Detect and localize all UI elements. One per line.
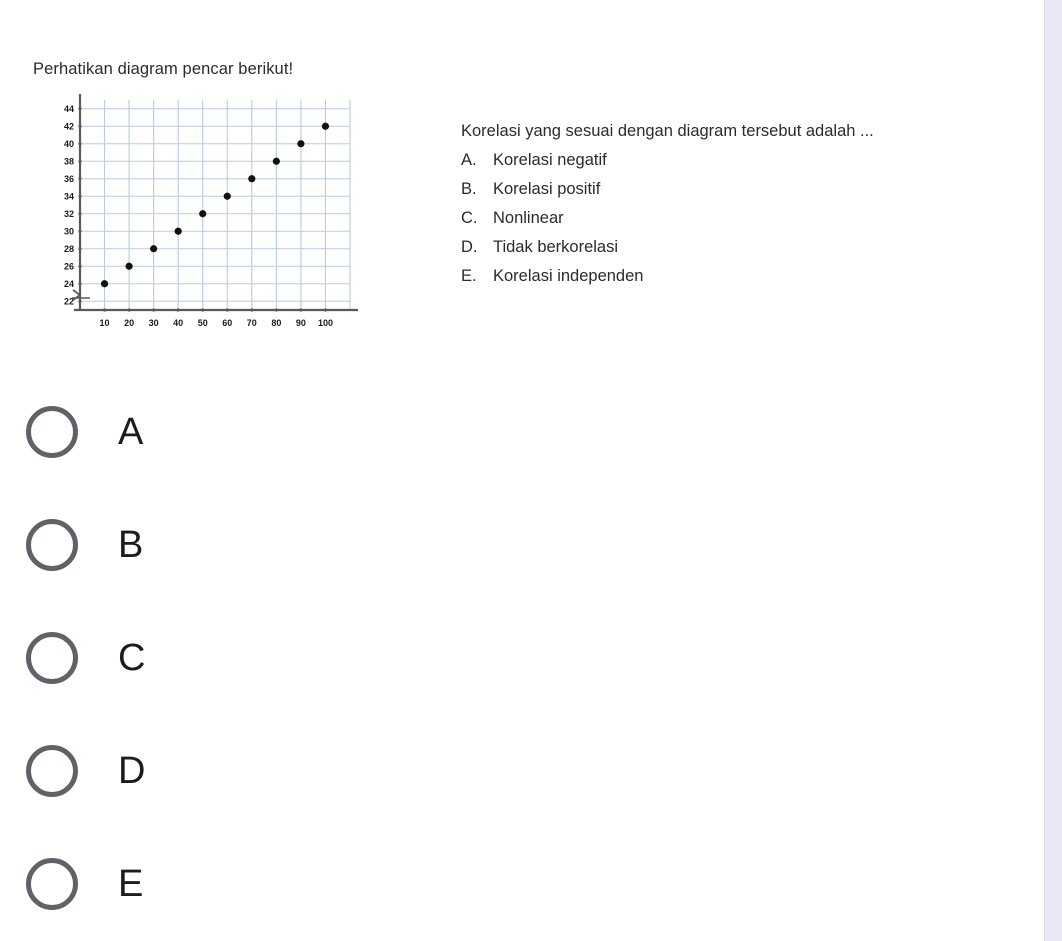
question-option-text: Nonlinear — [493, 209, 564, 227]
y-axis-tick-label: 24 — [64, 279, 74, 289]
scatter-point — [248, 175, 256, 183]
question-option-text: Korelasi negatif — [493, 151, 607, 169]
y-axis-tick — [78, 142, 82, 146]
x-axis-tick — [323, 308, 328, 312]
question-option-text: Korelasi positif — [493, 180, 601, 198]
scatter-point — [174, 227, 182, 235]
x-axis-tick-label: 100 — [318, 318, 333, 328]
y-axis-tick-label: 42 — [64, 121, 74, 131]
question-option-text: Korelasi independen — [493, 267, 644, 285]
answer-choice-a[interactable]: A — [0, 375, 1045, 488]
x-axis-tick-label: 90 — [296, 318, 306, 328]
answer-choice-b[interactable]: B — [0, 488, 1045, 601]
x-axis-tick-label: 10 — [100, 318, 110, 328]
question-option-list: A. Korelasi negatif B. Korelasi positif C. No… — [461, 146, 1001, 291]
x-axis-tick-label: 70 — [247, 318, 257, 328]
x-axis-tick — [299, 308, 303, 312]
stimulus-title: Perhatikan diagram pencar berikut! — [33, 60, 294, 78]
answer-choice-c[interactable]: C — [0, 601, 1045, 714]
question-option-b: B. Korelasi positif — [461, 175, 1001, 204]
scatter-point — [223, 192, 231, 200]
y-axis-tick — [78, 124, 82, 128]
answer-choice-label: E — [118, 862, 144, 905]
question-option-text: Tidak berkorelasi — [493, 238, 619, 256]
stimulus-block: Perhatikan diagram pencar berikut! 22 24 2… — [0, 0, 1045, 360]
x-axis-tick — [152, 308, 156, 312]
y-axis-tick-label: 26 — [64, 261, 74, 271]
answer-choice-d[interactable]: D — [0, 714, 1045, 827]
question-option-d: D. Tidak berkorelasi — [461, 233, 1001, 262]
x-axis-tick — [225, 308, 229, 312]
y-axis-tick — [78, 247, 82, 251]
question-option-a: A. Korelasi negatif — [461, 146, 1001, 175]
y-axis-tick — [78, 264, 82, 268]
document-page: Perhatikan diagram pencar berikut! 22 24 2… — [0, 0, 1045, 941]
scatter-point — [100, 280, 109, 288]
question-option-letter: B. — [461, 180, 477, 198]
answer-choice-list: A B C D E — [0, 375, 1045, 940]
scatter-point — [272, 157, 280, 165]
y-axis-tick — [78, 194, 82, 198]
y-axis-tick-label: 38 — [64, 156, 74, 166]
y-axis-tick-label: 36 — [64, 174, 74, 184]
x-axis-tick — [274, 308, 278, 312]
x-axis-tick — [250, 308, 254, 312]
y-axis-tick — [78, 229, 82, 233]
y-axis-tick — [78, 107, 82, 111]
y-axis-tick-label: 32 — [64, 209, 74, 219]
question-option-letter: C. — [461, 209, 478, 227]
scatter-point — [321, 122, 330, 130]
question-option-letter: E. — [461, 267, 477, 285]
scatter-point — [297, 140, 305, 148]
x-axis-tick — [176, 308, 180, 312]
question-option-e: E. Korelasi independen — [461, 262, 1001, 291]
radio-button-icon[interactable] — [26, 744, 78, 797]
scatter-point — [125, 262, 133, 270]
y-axis-tick-label: 30 — [64, 226, 74, 236]
answer-choice-label: D — [118, 749, 146, 792]
x-axis-tick-label: 60 — [222, 318, 232, 328]
radio-button-icon[interactable] — [26, 631, 78, 684]
y-axis-tick — [78, 177, 82, 181]
y-axis-tick — [78, 212, 82, 216]
question-option-letter: A. — [461, 151, 477, 169]
y-axis-tick-label: 44 — [64, 104, 74, 114]
x-axis-tick — [201, 308, 205, 312]
radio-button-icon[interactable] — [26, 857, 78, 910]
x-axis-tick-label: 80 — [271, 318, 281, 328]
answer-choice-label: B — [118, 523, 144, 566]
y-axis-tick — [78, 282, 82, 286]
answer-choice-label: A — [118, 410, 144, 453]
question-stem: Korelasi yang sesuai dengan diagram ters… — [461, 122, 874, 140]
y-axis-tick — [78, 159, 82, 163]
question-block: Korelasi yang sesuai dengan diagram ters… — [461, 117, 1001, 291]
y-axis-tick — [78, 299, 82, 303]
x-axis-tick-label: 40 — [173, 318, 183, 328]
x-axis-tick — [102, 308, 107, 312]
y-axis-tick-label: 40 — [64, 139, 74, 149]
radio-button-icon[interactable] — [26, 518, 78, 571]
answer-choice-e[interactable]: E — [0, 827, 1045, 940]
scatter-point — [199, 210, 207, 218]
y-axis-tick-label: 28 — [64, 244, 74, 254]
x-axis-tick — [127, 308, 131, 312]
x-axis-tick-label: 30 — [149, 318, 159, 328]
x-axis-tick-label: 20 — [124, 318, 134, 328]
x-axis-tick-label: 50 — [198, 318, 208, 328]
radio-button-icon[interactable] — [26, 405, 78, 458]
y-axis-tick-label: 34 — [64, 191, 74, 201]
answer-choice-label: C — [118, 636, 146, 679]
right-side-panel — [1044, 0, 1062, 941]
scatter-plot-figure: 22 24 26 28 30 32 34 36 38 40 42 44 10 20 30 40 50 60 70 80… — [38, 88, 368, 348]
scatter-plot-svg: 22242628303234363840424410 20 30 40 50 60 70 80… — [64, 94, 358, 328]
question-option-c: C. Nonlinear — [461, 204, 1001, 233]
question-option-letter: D. — [461, 238, 478, 256]
scatter-point — [150, 245, 158, 253]
